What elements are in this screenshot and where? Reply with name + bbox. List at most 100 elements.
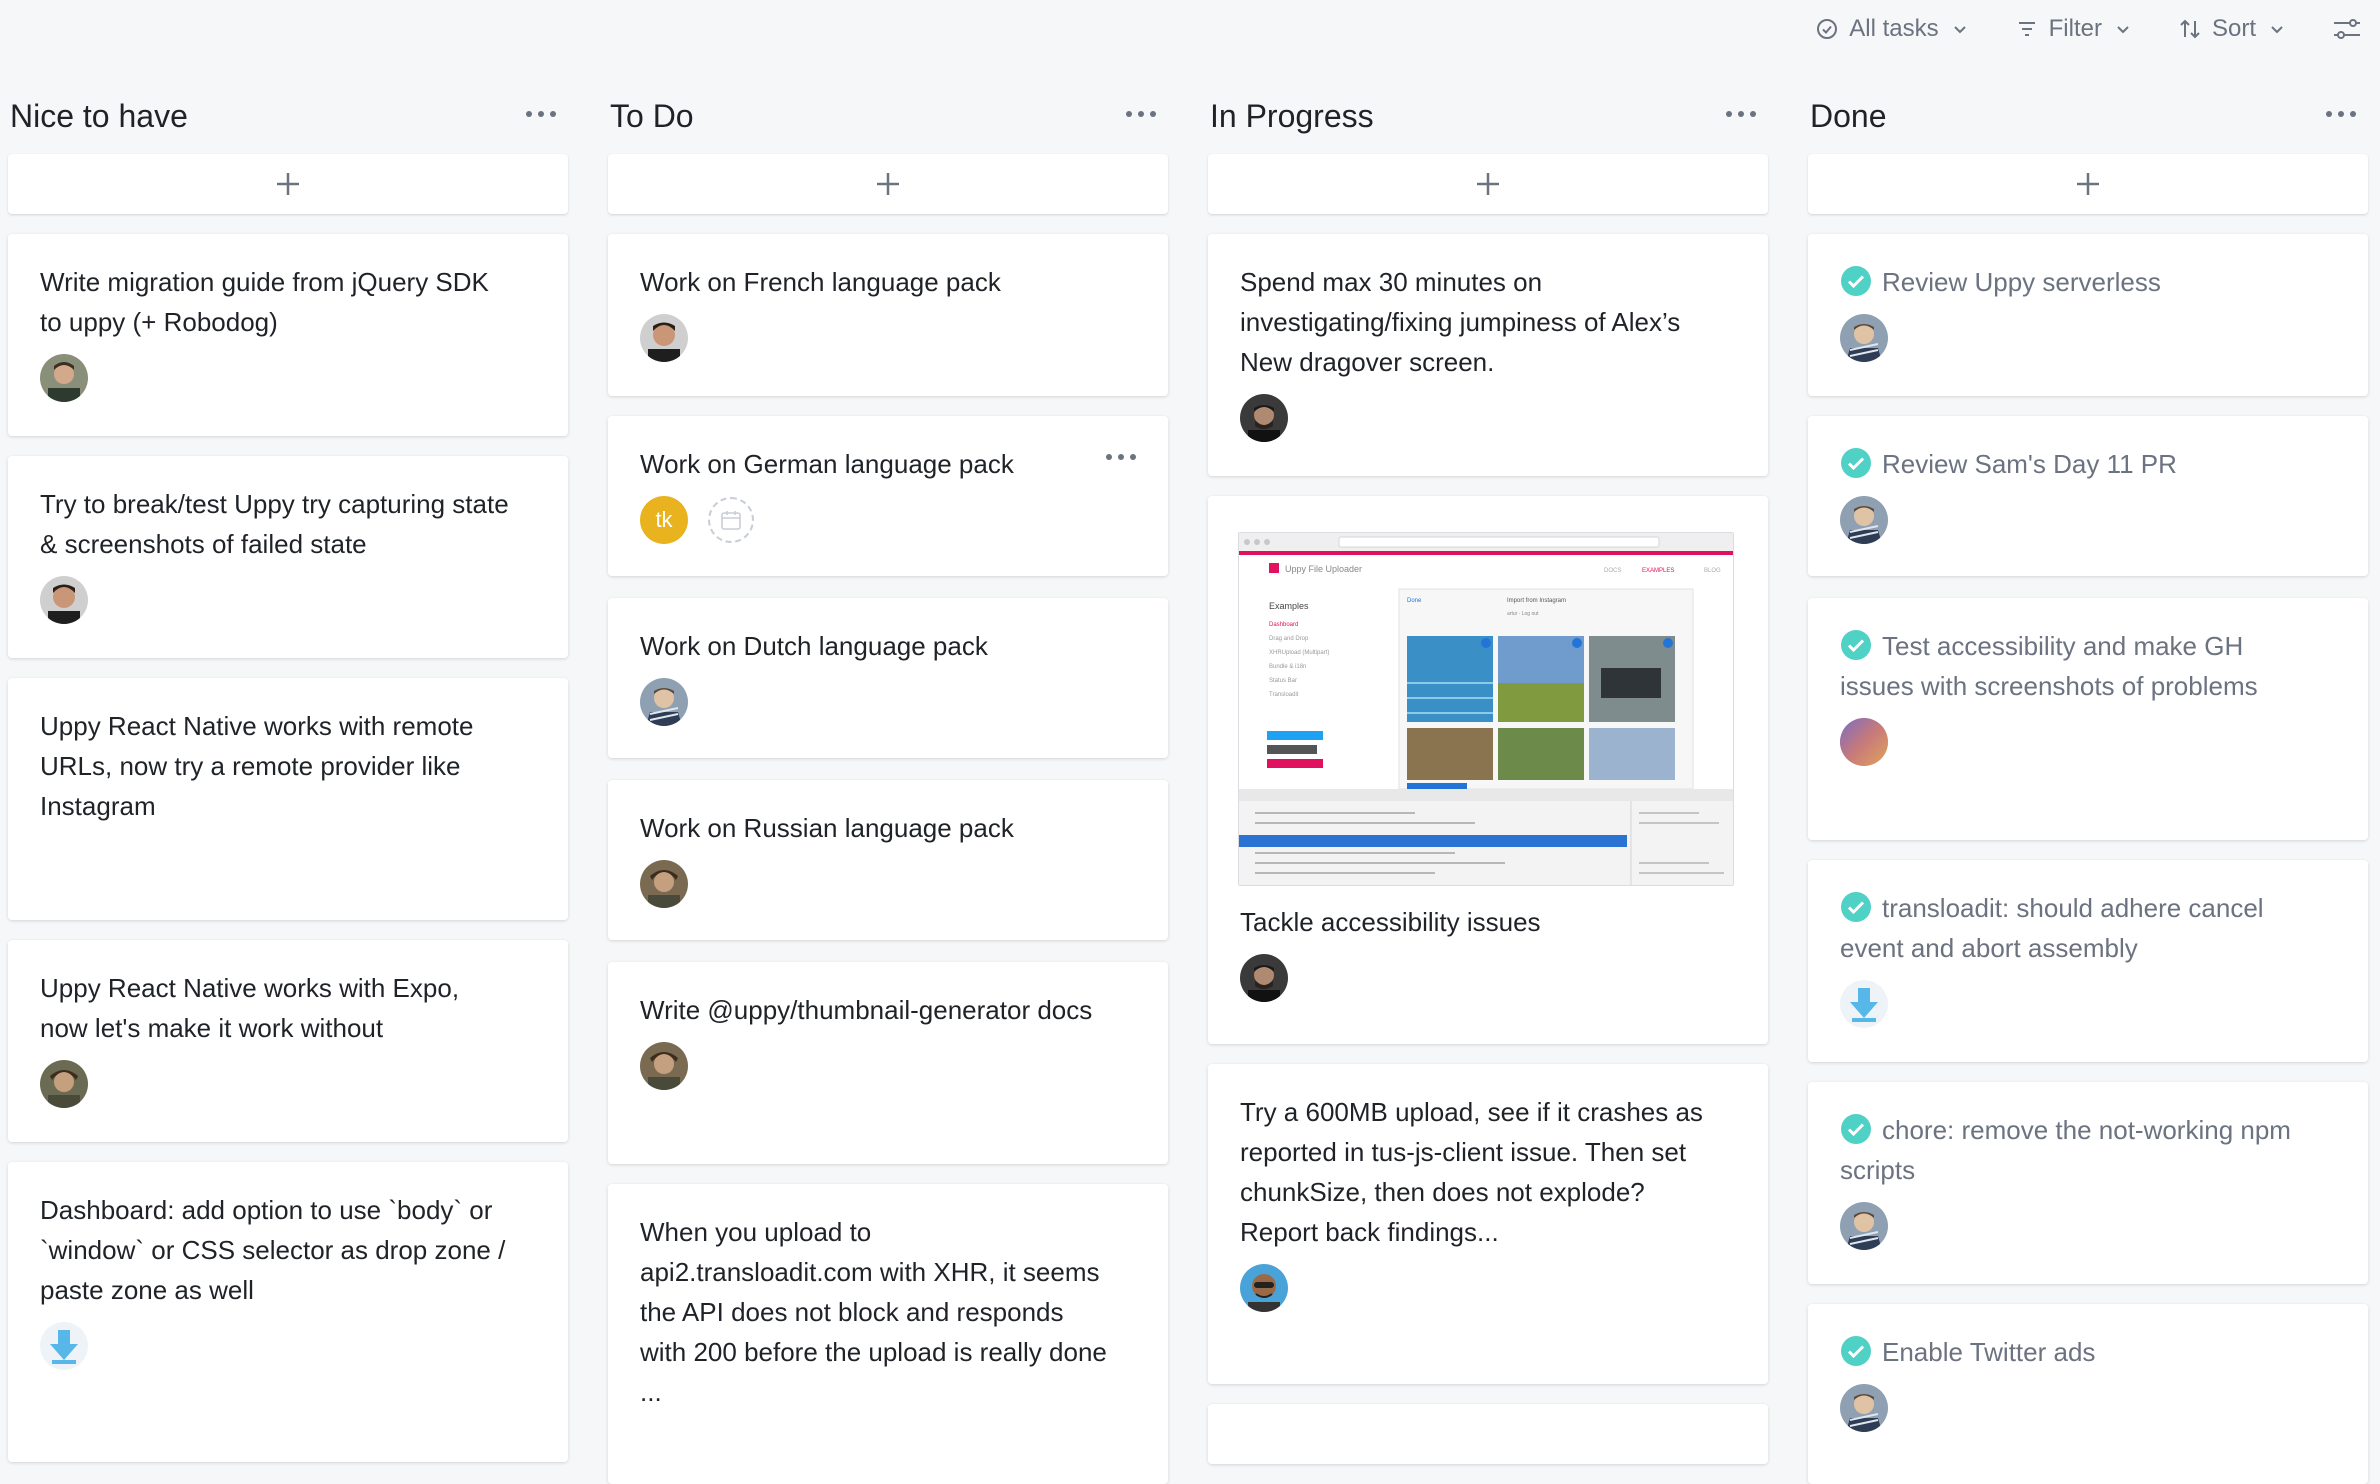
- task-card[interactable]: Dashboard: add option to use `body` or `…: [8, 1162, 568, 1462]
- task-card[interactable]: Test accessibility and make GH issues wi…: [1808, 598, 2368, 840]
- shot-sidebar-item: Drag and Drop: [1269, 636, 1309, 642]
- task-card[interactable]: chore: remove the not-working npm script…: [1808, 1082, 2368, 1284]
- sort-label: Sort: [2211, 15, 2256, 42]
- task-card[interactable]: Enable Twitter ads: [1808, 1304, 2368, 1484]
- check-circle-icon: [1817, 19, 1838, 39]
- completed-check-icon[interactable]: [1840, 1335, 1872, 1367]
- more-options-icon[interactable]: [2324, 104, 2358, 124]
- avatar[interactable]: [1840, 980, 1888, 1028]
- task-card[interactable]: Uppy React Native works with Expo, now l…: [8, 940, 568, 1142]
- avatar[interactable]: [640, 1042, 688, 1090]
- completed-check-icon[interactable]: [1840, 629, 1872, 661]
- avatar[interactable]: [40, 1060, 88, 1108]
- task-card[interactable]: Try to break/test Uppy try capturing sta…: [8, 456, 568, 658]
- avatar[interactable]: [1840, 496, 1888, 544]
- card-title-row: chore: remove the not-working npm script…: [1840, 1110, 2310, 1190]
- shot-panel-done: Done: [1407, 598, 1422, 604]
- view-settings-icon[interactable]: [2332, 16, 2362, 42]
- shot-nav-blog: BLOG: [1704, 568, 1721, 574]
- task-card[interactable]: Write migration guide from jQuery SDK to…: [8, 234, 568, 436]
- avatar[interactable]: [1840, 314, 1888, 362]
- column-title: To Do: [610, 98, 694, 134]
- shot-panel-sub: artur · Log out: [1507, 611, 1539, 617]
- column-title: Nice to have: [10, 98, 188, 134]
- avatar[interactable]: [640, 314, 688, 362]
- column-title: Done: [1810, 98, 1887, 134]
- sort-button[interactable]: Sort: [2178, 15, 2284, 43]
- card-title: Write @uppy/thumbnail-generator docs: [640, 995, 1093, 1025]
- screenshot-attachment[interactable]: Uppy File Uploader DOCS EXAMPLES BLOG Ex…: [1238, 532, 1734, 886]
- task-card[interactable]: Try a 600MB upload, see if it crashes as…: [1208, 1064, 1768, 1384]
- add-card-button[interactable]: [1208, 154, 1768, 214]
- due-date-placeholder[interactable]: [708, 497, 754, 543]
- task-card[interactable]: Review Uppy serverless: [1808, 234, 2368, 396]
- add-card-button[interactable]: [1808, 154, 2368, 214]
- card-title: Work on German language pack: [640, 449, 1014, 479]
- more-options-icon[interactable]: [1124, 104, 1158, 124]
- all-tasks-button[interactable]: All tasks: [1815, 15, 1966, 43]
- column-header: In Progress: [1208, 96, 1768, 136]
- chevron-down-icon: [1953, 26, 1966, 34]
- card-title: Uppy React Native works with Expo, now l…: [40, 973, 460, 1043]
- avatar[interactable]: [1240, 1264, 1288, 1312]
- task-card[interactable]: transloadit: should adhere cancel event …: [1808, 860, 2368, 1062]
- card-more-options-icon[interactable]: [1104, 450, 1138, 464]
- filter-button[interactable]: Filter: [2015, 15, 2130, 43]
- column-title: In Progress: [1210, 98, 1374, 134]
- task-card[interactable]: Work on French language pack: [608, 234, 1168, 396]
- avatar[interactable]: [640, 678, 688, 726]
- card-title: Try a 600MB upload, see if it crashes as…: [1240, 1097, 1703, 1247]
- avatar-initials[interactable]: tk: [640, 496, 688, 544]
- avatar[interactable]: [640, 860, 688, 908]
- avatar[interactable]: [1240, 394, 1288, 442]
- task-card[interactable]: Uppy File Uploader DOCS EXAMPLES BLOG Ex…: [1208, 496, 1768, 1044]
- card-title-row: transloadit: should adhere cancel event …: [1840, 888, 2310, 968]
- avatar[interactable]: [1840, 1202, 1888, 1250]
- avatar[interactable]: [40, 576, 88, 624]
- card-title: transloadit: should adhere cancel event …: [1840, 893, 2264, 963]
- add-card-button[interactable]: [608, 154, 1168, 214]
- task-card[interactable]: [1208, 1404, 1768, 1464]
- toolbar: All tasks Filter Sort: [1815, 0, 2380, 58]
- completed-check-icon[interactable]: [1840, 265, 1872, 297]
- more-options-icon[interactable]: [524, 104, 558, 124]
- task-card[interactable]: Work on Russian language pack: [608, 780, 1168, 940]
- shot-nav-examples: EXAMPLES: [1642, 568, 1674, 574]
- card-title-row: Review Sam's Day 11 PR: [1840, 444, 2310, 484]
- add-card-button[interactable]: [8, 154, 568, 214]
- card-title-row: Test accessibility and make GH issues wi…: [1840, 626, 2310, 706]
- completed-check-icon[interactable]: [1840, 1113, 1872, 1145]
- shot-nav-docs: DOCS: [1604, 568, 1621, 574]
- task-card[interactable]: When you upload to api2.transloadit.com …: [608, 1184, 1168, 1484]
- task-card[interactable]: Work on Dutch language pack: [608, 598, 1168, 758]
- shot-sidebar-item: Bundle & i18n: [1269, 664, 1306, 670]
- column-header: Done: [1808, 96, 2368, 136]
- shot-sidebar-item: XHRUpload (Multipart): [1269, 650, 1329, 656]
- avatar[interactable]: [40, 1322, 88, 1370]
- card-title: chore: remove the not-working npm script…: [1840, 1115, 2291, 1185]
- task-card[interactable]: Spend max 30 minutes on investigating/fi…: [1208, 234, 1768, 476]
- sort-icon: [2180, 19, 2200, 39]
- uppy-screenshot-image: Uppy File Uploader DOCS EXAMPLES BLOG Ex…: [1239, 533, 1733, 885]
- avatar[interactable]: [1240, 954, 1288, 1002]
- avatar[interactable]: [1840, 718, 1888, 766]
- completed-check-icon[interactable]: [1840, 447, 1872, 479]
- shot-sidebar-item: Dashboard: [1269, 622, 1298, 628]
- card-title: Test accessibility and make GH issues wi…: [1840, 631, 2258, 701]
- task-card[interactable]: Uppy React Native works with remote URLs…: [8, 678, 568, 920]
- task-card[interactable]: Work on German language pack tk: [608, 416, 1168, 576]
- avatar[interactable]: [1840, 1384, 1888, 1432]
- completed-check-icon[interactable]: [1840, 891, 1872, 923]
- avatar[interactable]: [40, 354, 88, 402]
- task-card[interactable]: Write @uppy/thumbnail-generator docs: [608, 962, 1168, 1164]
- all-tasks-label: All tasks: [1849, 15, 1939, 42]
- task-card[interactable]: Review Sam's Day 11 PR: [1808, 416, 2368, 576]
- card-title: Try to break/test Uppy try capturing sta…: [40, 489, 509, 559]
- card-title: Work on Dutch language pack: [640, 631, 988, 661]
- card-title: Enable Twitter ads: [1882, 1337, 2096, 1367]
- more-options-icon[interactable]: [1724, 104, 1758, 124]
- card-title: Work on French language pack: [640, 267, 1001, 297]
- card-title: Tackle accessibility issues: [1240, 907, 1541, 937]
- card-title: Review Sam's Day 11 PR: [1882, 449, 2177, 479]
- card-title-row: Review Uppy serverless: [1840, 262, 2310, 302]
